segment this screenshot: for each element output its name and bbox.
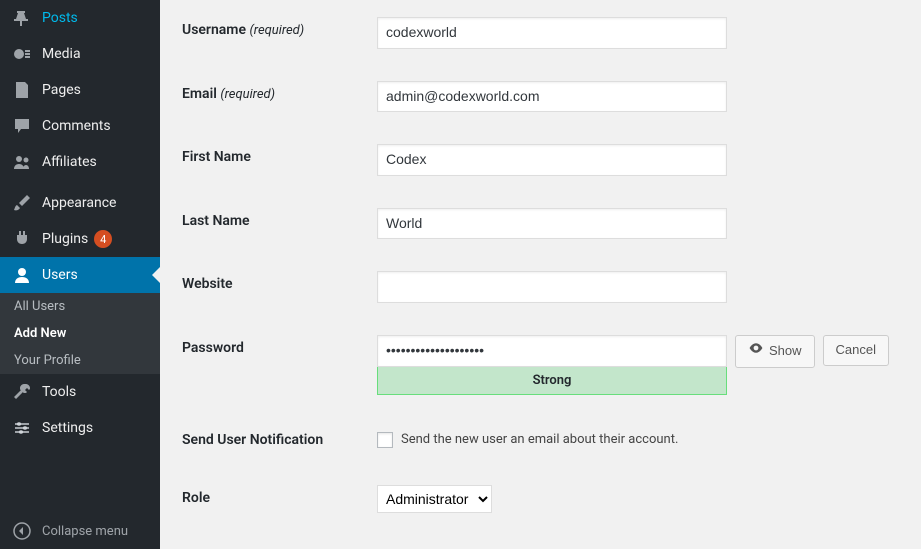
groups-icon xyxy=(12,152,32,172)
sidebar-item-appearance[interactable]: Appearance xyxy=(0,185,160,221)
last-name-label: Last Name xyxy=(182,193,365,255)
sidebar-item-tools[interactable]: Tools xyxy=(0,374,160,410)
sidebar-item-settings[interactable]: Settings xyxy=(0,410,160,446)
username-label: Username (required) xyxy=(182,2,365,64)
password-input[interactable] xyxy=(377,335,727,367)
menu-label: Settings xyxy=(42,420,93,436)
notification-text: Send the new user an email about their a… xyxy=(401,432,678,447)
sidebar-item-media[interactable]: Media xyxy=(0,36,160,72)
website-label: Website xyxy=(182,256,365,318)
first-name-input[interactable] xyxy=(377,144,727,176)
last-name-input[interactable] xyxy=(377,208,727,240)
page-icon xyxy=(12,80,32,100)
cancel-password-button[interactable]: Cancel xyxy=(823,335,889,366)
email-input[interactable] xyxy=(377,81,727,113)
menu-label: Pages xyxy=(42,82,81,98)
wrench-icon xyxy=(12,382,32,402)
role-select[interactable]: Administrator xyxy=(377,485,492,513)
main-content: Username (required) Email (required) Fir… xyxy=(160,0,921,549)
submenu-your-profile[interactable]: Your Profile xyxy=(0,347,160,374)
menu-label: Posts xyxy=(42,10,78,26)
media-icon xyxy=(12,44,32,64)
notification-label: Send User Notification xyxy=(182,412,365,468)
password-label: Password xyxy=(182,320,365,410)
menu-label: Comments xyxy=(42,118,111,134)
notification-checkbox[interactable] xyxy=(377,432,393,448)
pin-icon xyxy=(12,8,32,28)
first-name-label: First Name xyxy=(182,129,365,191)
user-icon xyxy=(12,265,32,285)
plugin-icon xyxy=(12,229,32,249)
sidebar-item-posts[interactable]: Posts xyxy=(0,0,160,36)
users-submenu: All Users Add New Your Profile xyxy=(0,293,160,374)
username-input[interactable] xyxy=(377,17,727,49)
collapse-icon xyxy=(12,521,32,541)
notification-checkbox-label[interactable]: Send the new user an email about their a… xyxy=(377,432,889,448)
collapse-menu[interactable]: Collapse menu xyxy=(0,513,160,549)
menu-label: Tools xyxy=(42,384,76,400)
menu-label: Plugins xyxy=(42,231,88,247)
sidebar-item-plugins[interactable]: Plugins 4 xyxy=(0,221,160,257)
password-strength: Strong xyxy=(377,367,727,395)
sidebar-item-affiliates[interactable]: Affiliates xyxy=(0,144,160,180)
role-label: Role xyxy=(182,470,365,528)
sidebar-item-pages[interactable]: Pages xyxy=(0,72,160,108)
sidebar-item-comments[interactable]: Comments xyxy=(0,108,160,144)
sliders-icon xyxy=(12,418,32,438)
brush-icon xyxy=(12,193,32,213)
submenu-all-users[interactable]: All Users xyxy=(0,293,160,320)
menu-label: Media xyxy=(42,46,81,62)
show-password-button[interactable]: Show xyxy=(735,335,815,368)
comment-icon xyxy=(12,116,32,136)
menu-label: Affiliates xyxy=(42,154,97,170)
update-badge: 4 xyxy=(94,230,112,248)
menu-label: Appearance xyxy=(42,195,116,211)
add-user-form: Username (required) Email (required) Fir… xyxy=(180,0,901,530)
menu-label: Users xyxy=(42,267,78,283)
collapse-label: Collapse menu xyxy=(42,524,128,539)
eye-icon xyxy=(748,340,764,363)
sidebar-item-users[interactable]: Users xyxy=(0,257,160,293)
website-input[interactable] xyxy=(377,271,727,303)
admin-sidebar: Posts Media Pages Comments Affiliates Ap… xyxy=(0,0,160,549)
submenu-add-new[interactable]: Add New xyxy=(0,320,160,347)
email-label: Email (required) xyxy=(182,66,365,128)
